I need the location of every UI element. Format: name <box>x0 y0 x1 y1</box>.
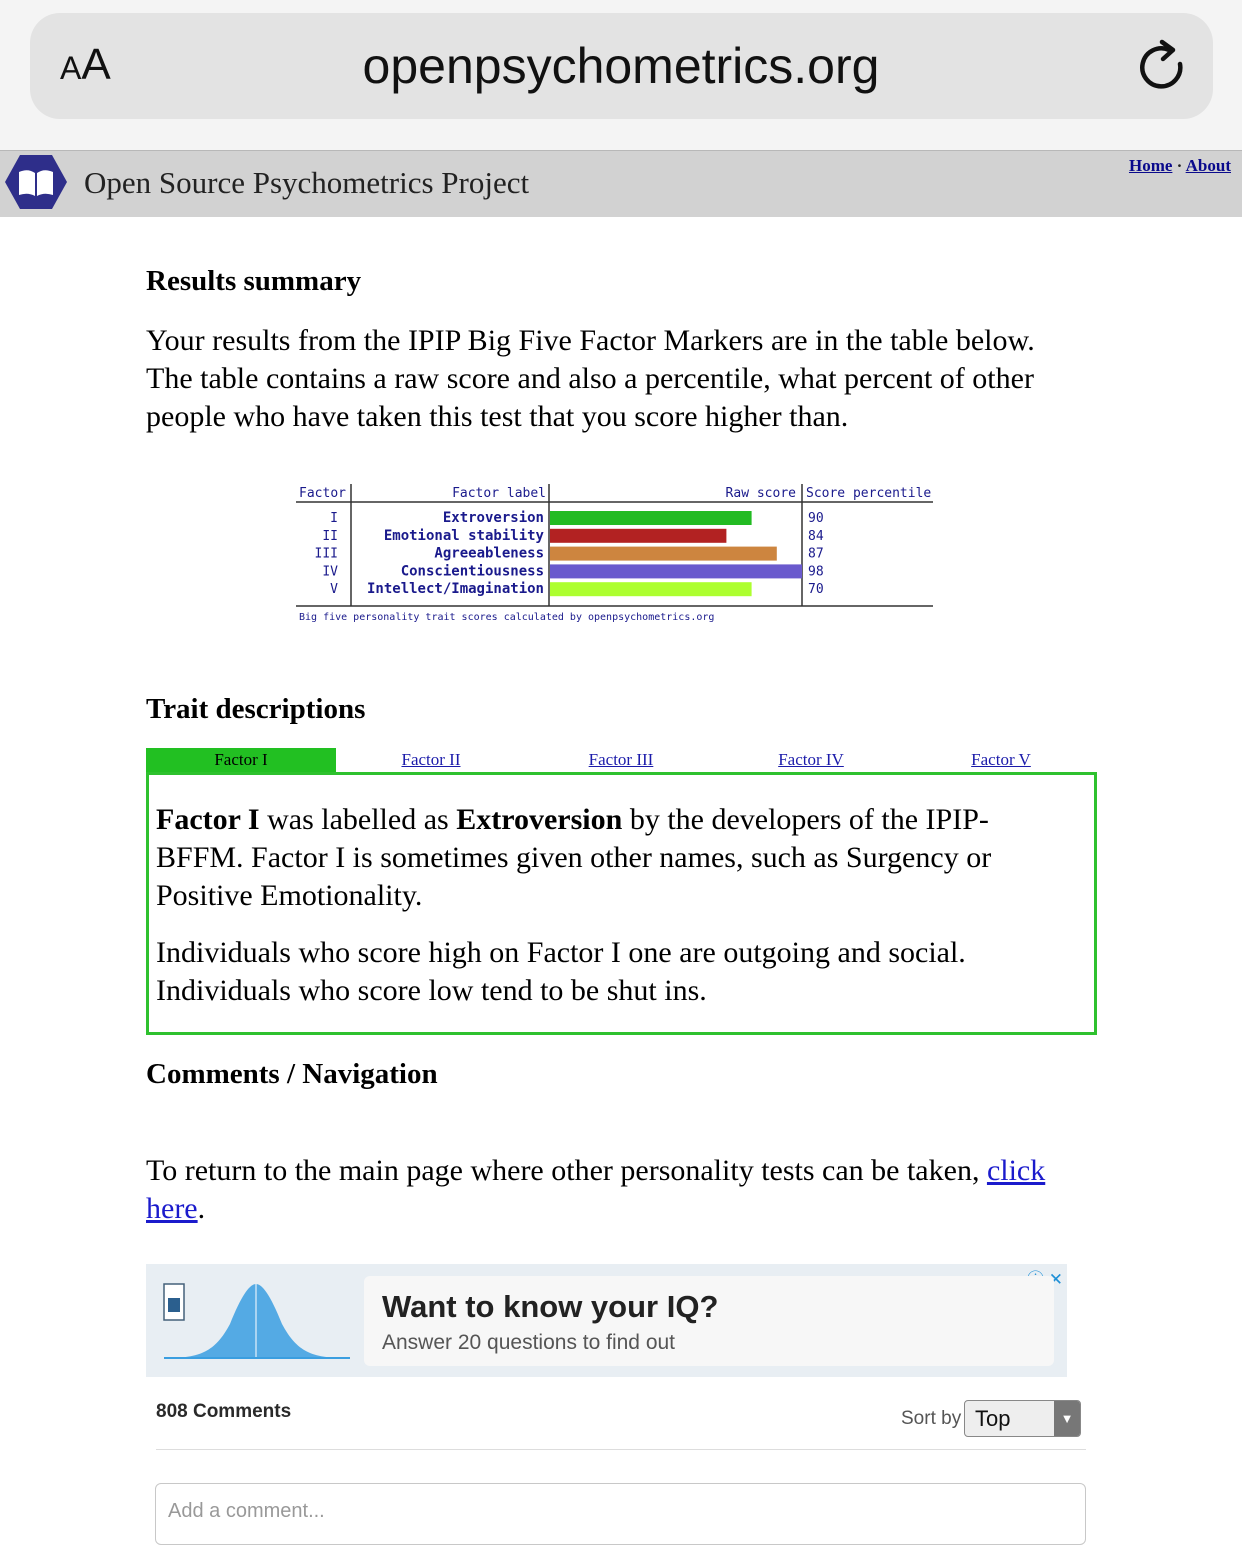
tab-factor-4[interactable]: Factor IV <box>716 748 906 772</box>
chart-row-label: Extroversion <box>443 510 544 526</box>
comments-count: 808 Comments <box>156 1401 292 1422</box>
chart-header-raw: Raw score <box>726 486 797 501</box>
chart-row-label: Emotional stability <box>384 528 545 544</box>
chart-row-label: Agreeableness <box>434 546 544 562</box>
dropdown-arrow-icon: ▼ <box>1054 1401 1080 1436</box>
reload-icon[interactable] <box>1136 38 1190 96</box>
trait-paragraph-1: Factor I was labelled as Extroversion by… <box>156 803 992 912</box>
chart-row-percentile: 70 <box>808 582 824 597</box>
nav-paragraph: To return to the main page where other p… <box>146 1154 1046 1225</box>
browser-toolbar: AA openpsychometrics.org <box>0 0 1242 150</box>
chart-row-factor: II <box>322 529 338 544</box>
ad-subtitle: Answer 20 questions to find out <box>382 1331 676 1354</box>
tab-factor-5[interactable]: Factor V <box>906 748 1096 772</box>
chart-row-percentile: 84 <box>808 529 824 544</box>
add-comment-input[interactable]: Add a comment... <box>155 1483 1086 1545</box>
top-links: Home · About <box>1129 156 1231 176</box>
chart-row-factor: I <box>330 511 338 526</box>
tab-factor-1[interactable]: Factor I <box>146 748 336 772</box>
comments-divider <box>156 1449 1086 1450</box>
trait-paragraph-2: Individuals who score high on Factor I o… <box>156 936 966 1007</box>
chart-bar <box>550 546 777 561</box>
ad-card[interactable]: Want to know your IQ? Answer 20 question… <box>364 1276 1054 1366</box>
chart-bar <box>550 511 752 525</box>
chart-bar <box>550 582 752 597</box>
chart-row-factor: IV <box>322 564 338 579</box>
chart-row-label: Intellect/Imagination <box>367 581 544 597</box>
trait-description-panel: Factor I was labelled as Extroversion by… <box>146 772 1097 1035</box>
chart-header-percentile: Score percentile <box>806 486 931 501</box>
chart-row-factor: V <box>330 582 338 597</box>
tab-factor-2[interactable]: Factor II <box>336 748 526 772</box>
ad-headline: Want to know your IQ? <box>382 1289 719 1324</box>
chart-caption: Big five personality trait scores calcul… <box>299 612 714 623</box>
link-separator: · <box>1176 156 1183 175</box>
iq-ad-banner[interactable]: ⓘ ✕ Want to know your IQ? Answer 20 ques… <box>146 1264 1067 1377</box>
bell-curve-ad-image <box>163 1283 350 1359</box>
chart-header-label: Factor label <box>452 486 546 501</box>
chart-row-percentile: 90 <box>808 511 824 526</box>
nav-heading: Comments / Navigation <box>146 1058 438 1090</box>
home-link[interactable]: Home <box>1129 156 1172 175</box>
chart-bar <box>550 564 802 579</box>
book-logo-icon[interactable] <box>3 152 69 212</box>
sort-by-label: Sort by <box>901 1408 962 1429</box>
site-header: Open Source Psychometrics Project Home ·… <box>0 150 1242 217</box>
results-chart: Factor Factor label Raw score Score percent… <box>296 484 933 623</box>
url-text[interactable]: openpsychometrics.org <box>0 37 1242 95</box>
factor-tabs: Factor I Factor II Factor III Factor IV … <box>146 748 1096 772</box>
chart-row-percentile: 98 <box>808 564 824 579</box>
traits-heading: Trait descriptions <box>146 693 366 725</box>
chart-row-factor: III <box>315 547 338 562</box>
chart-bar <box>550 528 727 543</box>
chart-header-factor: Factor <box>299 486 346 501</box>
sort-select[interactable]: Top ▼ <box>964 1400 1081 1437</box>
results-heading: Results summary <box>146 265 362 297</box>
tab-factor-3[interactable]: Factor III <box>526 748 716 772</box>
chart-row-label: Conscientiousness <box>401 563 544 579</box>
site-title: Open Source Psychometrics Project <box>84 165 530 200</box>
about-link[interactable]: About <box>1186 156 1231 175</box>
chart-row-percentile: 87 <box>808 547 824 562</box>
results-intro: Your results from the IPIP Big Five Fact… <box>146 324 1035 433</box>
